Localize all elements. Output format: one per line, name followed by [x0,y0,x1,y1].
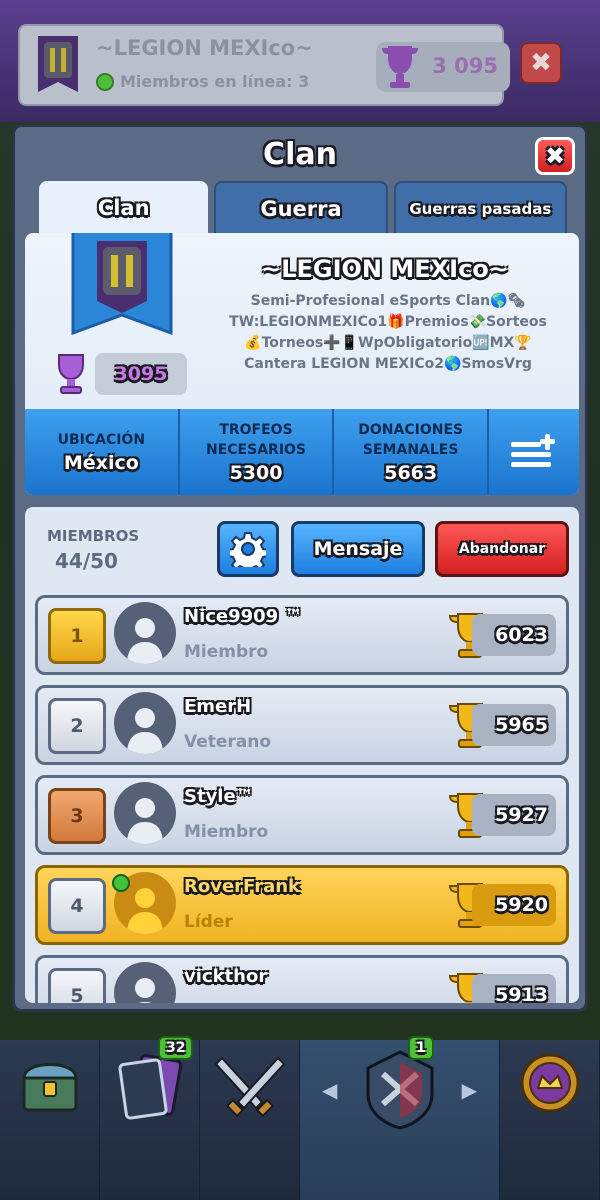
member-trophies: 5927 [472,794,556,836]
stat-required-trophies-label: TROFEOS NECESARIOS [206,422,307,458]
avatar [114,782,176,844]
online-members-status: Miembros en línea: 3 [96,72,309,91]
members-count: 44/50 [55,549,118,573]
player-silhouette-icon [135,978,155,1003]
clan-info-card: 3095 ~LEGION MEXIco~ Semi-Profesional eS… [25,233,579,495]
member-row[interactable]: 1 Nice9909 ™ Miembro 6023 [35,595,569,675]
member-role: Veterano [184,732,272,752]
nav-cards[interactable]: 32 [100,1036,200,1200]
clan-trophy-icon [58,354,84,394]
panel-title: Clan [263,137,337,172]
chevron-left-icon[interactable]: ◀ [322,1078,337,1102]
clan-name: ~LEGION MEXIco~ [261,255,509,283]
player-silhouette-icon [127,798,163,844]
bottom-nav: 32 ◀ 1 ▶ [0,1036,600,1200]
stat-weekly-donations-value: 5663 [384,462,438,484]
nav-shop[interactable] [0,1040,100,1200]
stat-required-trophies-value: 5300 [229,462,283,484]
tab-clan[interactable]: Clan [39,181,209,235]
online-indicator-icon [96,72,114,91]
cards-badge: 32 [158,1036,194,1060]
member-rank: 5 [48,968,106,1003]
clan-badge: 1 [408,1036,434,1060]
player-silhouette-icon [127,888,163,934]
gear-icon [230,532,266,567]
close-button[interactable]: ✖ [535,137,575,175]
crossed-swords-icon [214,1056,285,1118]
member-row[interactable]: 3 Style™ Miembro 5927 [35,775,569,855]
clan-tab-icon [366,1050,433,1130]
clan-menu-button[interactable] [489,409,579,495]
cards-icon [117,1054,182,1120]
member-trophies: 6023 [472,614,556,656]
member-trophies: 5920 [472,884,556,926]
laurel-crown-icon [520,1053,579,1113]
tab-war[interactable]: Guerra [214,181,388,235]
stat-required-trophies: TROFEOS NECESARIOS 5300 [180,409,335,495]
chevron-right-icon[interactable]: ▶ [462,1078,477,1102]
stat-location-value: México [63,452,139,474]
trophy-icon [382,46,418,88]
member-row-self[interactable]: 4 RoverFrank Líder 5920 [35,865,569,945]
stat-location-label: UBICACIÓN [57,432,146,448]
clan-stats-bar: UBICACIÓN México TROFEOS NECESARIOS 5300… [25,409,579,495]
member-row[interactable]: 2 EmerH Veterano 5965 [35,685,569,765]
member-role: Miembro [184,642,269,662]
clan-summary-card[interactable]: ~LEGION MEXIco~ Miembros en línea: 3 3 0… [18,24,510,106]
stat-location: UBICACIÓN México [25,409,180,495]
top-bar: ~LEGION MEXIco~ Miembros en línea: 3 3 0… [0,0,600,122]
nav-events[interactable] [500,1040,600,1200]
top-clan-name: ~LEGION MEXIco~ [96,36,313,60]
member-rank: 4 [48,878,106,934]
top-trophy-value: 3 095 [432,54,498,78]
clan-description-line: Semi-Profesional eSports Clan🌎🗞 [250,293,526,309]
member-name: Nice9909 ™ [184,606,303,627]
clan-description-line: Cantera LEGION MEXICo2🌎SmosVrg [244,356,532,372]
nav-clan[interactable]: ◀ 1 ▶ [300,1036,500,1200]
tab-past-wars[interactable]: Guerras pasadas [393,181,567,235]
top-close-button[interactable]: ✖ [520,42,562,84]
member-name: RoverFrank [184,876,300,897]
list-add-icon [511,434,556,467]
nav-battle[interactable] [200,1040,300,1200]
member-name: EmerH [184,696,252,717]
player-silhouette-icon [127,708,163,754]
stat-weekly-donations-label: DONACIONES SEMANALES [358,422,464,458]
member-name: vickthor [184,966,268,987]
member-trophies: 5913 [472,974,556,1003]
clan-trophy-value: 3095 [95,353,187,395]
member-role: Líder [184,912,233,932]
clan-description-line: 💰Torneos➕📱WpObligatorio🆙MX🏆 [244,335,532,351]
avatar [114,602,176,664]
member-row[interactable]: 5 vickthor 5913 [35,955,569,1003]
clan-panel: Clan ✖ Clan Guerra Guerras pasadas 3095 … [12,124,588,1012]
avatar [114,692,176,754]
online-indicator-icon [112,874,130,892]
treasure-chest-icon [21,1063,78,1112]
player-silhouette-icon [127,618,163,664]
clan-banner-icon [71,233,173,336]
online-members-text: Miembros en línea: 3 [120,72,310,91]
member-rank: 1 [48,608,106,664]
member-rank: 2 [48,698,106,754]
leave-clan-button[interactable]: Abandonar [435,521,569,577]
member-trophies: 5965 [472,704,556,746]
clan-description-line: TW:LEGIONMEXICo1🎁Premios💸Sorteos [229,314,547,330]
clan-badge-icon [38,36,78,92]
avatar [114,962,176,1003]
member-rank: 3 [48,788,106,844]
settings-button[interactable] [217,521,279,577]
message-button[interactable]: Mensaje [291,521,425,577]
member-role: Miembro [184,822,269,842]
stat-weekly-donations: DONACIONES SEMANALES 5663 [334,409,490,495]
members-count-label: MIEMBROS [47,527,140,545]
top-trophy-count: 3 095 [376,42,510,92]
clan-description: Semi-Profesional eSports Clan🌎🗞 TW:LEGIO… [203,291,573,375]
members-area: MIEMBROS 44/50 Mensaje Abandonar 1 Nice9… [25,507,579,1003]
member-name: Style™ [184,786,254,807]
tab-bar: Clan Guerra Guerras pasadas [39,181,567,235]
